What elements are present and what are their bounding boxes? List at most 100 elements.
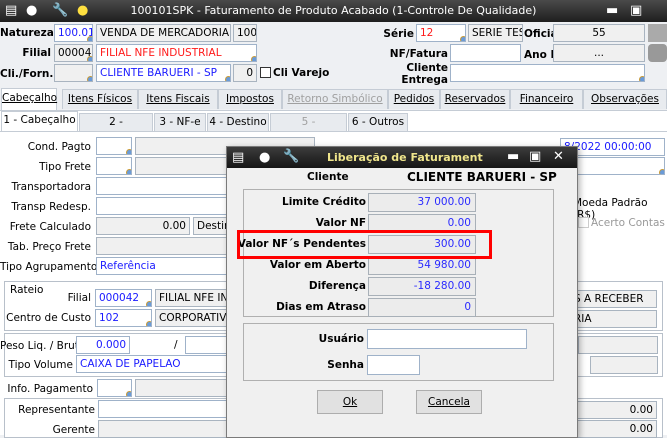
valor-em-aberto-label: Valor em Aberto bbox=[269, 259, 366, 271]
usuario-input[interactable] bbox=[367, 329, 527, 349]
natureza-num: 100 bbox=[233, 24, 257, 42]
diferenca-label: Diferença bbox=[308, 280, 366, 292]
info-pagamento-label: Info. Pagamento bbox=[7, 383, 93, 395]
receber-field: S A RECEBER bbox=[570, 290, 657, 308]
transportadora-label: Transportadora bbox=[11, 181, 91, 193]
tab-financeiro[interactable]: Financeiro bbox=[510, 89, 583, 109]
centro-custo-label: Centro de Custo bbox=[6, 312, 91, 324]
highlight-box bbox=[237, 230, 492, 259]
nf-fatura-input[interactable] bbox=[450, 44, 521, 62]
senha-input[interactable] bbox=[367, 355, 420, 375]
usuario-label: Usuário bbox=[318, 333, 364, 345]
ria-field: RIA bbox=[570, 310, 657, 328]
filial-desc[interactable]: FILIAL NFE INDUSTRIAL bbox=[96, 44, 257, 62]
representante-input[interactable] bbox=[98, 400, 238, 418]
transp-redesp-label: Transp Redesp. bbox=[11, 201, 91, 213]
serie-input[interactable]: 12 bbox=[416, 24, 466, 42]
tab-reservados[interactable]: Reservados bbox=[440, 89, 510, 109]
frete-calculado-value: 0.00 bbox=[96, 217, 190, 235]
nf-fatura-label: NF/Fatura bbox=[389, 48, 448, 60]
cliforn-num: 0 bbox=[233, 64, 257, 82]
centro-custo-desc: CORPORATIVO bbox=[155, 309, 235, 327]
cli-varejo-label: Cli Varejo bbox=[273, 67, 330, 79]
subtab-2-cabecalho[interactable]: 2 - Cabeçalho bbox=[79, 113, 153, 144]
cliforn-code[interactable] bbox=[54, 64, 93, 82]
filial-code[interactable]: 000042 bbox=[54, 44, 93, 62]
tab-preco-frete-label: Tab. Preço Frete bbox=[7, 241, 91, 253]
right-volume-field bbox=[590, 356, 658, 374]
gerente-input bbox=[98, 420, 238, 438]
tab-pedidos[interactable]: Pedidos bbox=[388, 89, 440, 109]
cliente-entrega-label-2: Entrega bbox=[401, 74, 448, 86]
peso-slash: / bbox=[174, 339, 178, 351]
limite-credito-label: Limite Crédito bbox=[282, 196, 366, 208]
rateio-filial-input[interactable]: 000042 bbox=[95, 289, 152, 307]
subtab-3-nfe[interactable]: 3 - NF-e bbox=[154, 113, 206, 131]
subtab-1-cabecalho[interactable]: 1 - Cabeçalho bbox=[1, 111, 78, 131]
natureza-desc: VENDA DE MERCADORIA E/OU SERVI bbox=[96, 24, 231, 42]
info-pagamento-desc bbox=[135, 379, 235, 397]
senha-label: Senha bbox=[327, 359, 364, 371]
centro-custo-input[interactable]: 102 bbox=[95, 309, 152, 327]
side-button[interactable] bbox=[648, 24, 667, 42]
cond-pagto-input[interactable] bbox=[96, 137, 132, 155]
cliente-label: Cliente bbox=[307, 171, 349, 183]
natureza-code-input[interactable]: 100.01 bbox=[54, 24, 93, 42]
minimize-icon[interactable]: ▬ bbox=[507, 149, 519, 164]
dias-em-atraso-label: Dias em Atraso bbox=[276, 301, 366, 313]
serie-label: Série bbox=[383, 28, 414, 40]
cancela-button[interactable]: Cancela bbox=[416, 390, 482, 414]
menu-icon[interactable]: ▤ bbox=[232, 150, 244, 165]
tab-retorno-simbolico: Retorno Simbólico bbox=[282, 89, 388, 109]
tipo-frete-label: Tipo Frete bbox=[39, 161, 91, 173]
representante-label: Representante bbox=[18, 404, 95, 416]
title-bar: ▤ ● 🔧 ● 100101SPK - Faturamento de Produ… bbox=[0, 0, 667, 22]
tab-observacoes[interactable]: Observações bbox=[583, 89, 667, 109]
minimize-icon[interactable]: ▬ bbox=[606, 3, 618, 18]
maximize-icon[interactable]: ▣ bbox=[630, 3, 642, 18]
peso-label: Peso Liq. / Bruto bbox=[0, 340, 86, 352]
dialog-title: Liberação de Faturament bbox=[327, 151, 483, 164]
liberacao-dialog: ▤ ● 🔧 Liberação de Faturament ▬ ▣ ✕ Clie… bbox=[226, 146, 578, 438]
diferenca-value: -18 280.00 bbox=[368, 277, 476, 296]
representante-value: 0.00 bbox=[575, 401, 657, 419]
gerente-value: 0.00 bbox=[575, 420, 657, 438]
rateio-filial-desc: FILIAL NFE INI bbox=[155, 289, 235, 307]
maximize-icon[interactable]: ▣ bbox=[529, 149, 541, 164]
acerto-contas-checkbox[interactable] bbox=[578, 217, 589, 228]
cliforn-desc[interactable]: CLIENTE BARUERI - SP bbox=[96, 64, 231, 82]
tipo-volume-input[interactable]: CAIXA DE PAPELAO bbox=[76, 355, 236, 373]
valor-nf-label: Valor NF bbox=[315, 217, 366, 229]
ano-fiscal-value: ... bbox=[553, 44, 645, 62]
acerto-contas-label: Acerto Contas bbox=[591, 217, 665, 229]
tab-impostos[interactable]: Impostos bbox=[218, 89, 282, 109]
cliente-entrega-label-1: Cliente bbox=[406, 62, 448, 74]
side-button-2[interactable] bbox=[648, 44, 667, 62]
tipo-volume-label: Tipo Volume bbox=[8, 359, 74, 371]
ok-button[interactable]: Ok bbox=[317, 390, 383, 414]
info-pagamento-input[interactable] bbox=[97, 379, 132, 397]
tab-itens-fisicos[interactable]: Itens Físicos bbox=[62, 89, 138, 109]
limite-credito-value: 37 000.00 bbox=[368, 193, 476, 212]
filial-label: Filial bbox=[22, 47, 51, 59]
tab-itens-fiscais[interactable]: Itens Fiscais bbox=[138, 89, 218, 109]
natureza-label: Natureza bbox=[0, 27, 54, 39]
cliente-entrega-input[interactable] bbox=[450, 64, 645, 82]
traffic-light-icon[interactable]: ● bbox=[259, 150, 270, 165]
tipo-frete-input[interactable] bbox=[96, 157, 132, 175]
subtab-6-outros[interactable]: 6 - Outros bbox=[348, 113, 408, 131]
rateio-filial-label: Filial bbox=[67, 292, 91, 304]
tab-cabecalho[interactable]: Cabeçalho bbox=[1, 88, 57, 110]
peso-liq-input[interactable]: 0.000 bbox=[76, 336, 130, 354]
frete-calculado-label: Frete Calculado bbox=[9, 221, 91, 233]
right-peso-field bbox=[578, 336, 658, 354]
subtab-5-exportacao: 5 - Exportação bbox=[270, 113, 347, 144]
serie-desc: SERIE TESTE 01.1 bbox=[468, 24, 523, 42]
wrench-icon[interactable]: 🔧 bbox=[283, 149, 299, 164]
subtab-4-destino[interactable]: 4 - Destino bbox=[207, 113, 269, 131]
cliente-value: CLIENTE BARUERI - SP bbox=[407, 170, 557, 184]
gerente-label: Gerente bbox=[52, 424, 95, 436]
close-icon[interactable]: ✕ bbox=[553, 149, 564, 164]
tipo-agrupamento-label: Tipo Agrupamento bbox=[0, 261, 98, 273]
cli-varejo-checkbox[interactable] bbox=[260, 67, 271, 78]
